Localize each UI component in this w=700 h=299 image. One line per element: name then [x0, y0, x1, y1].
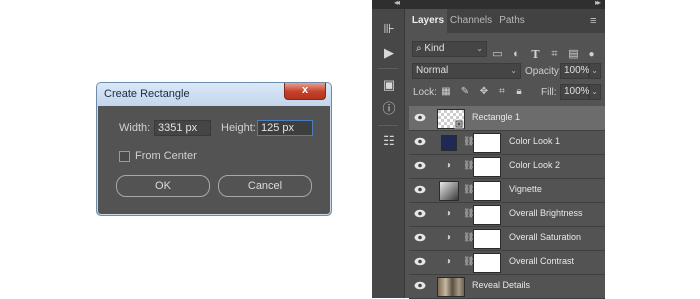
fill-field[interactable]: 100%: [560, 84, 590, 100]
layer-name: Overall Contrast: [509, 256, 575, 266]
visibility-eye-icon[interactable]: [414, 233, 426, 242]
opacity-dropdown[interactable]: ⌄: [589, 63, 601, 79]
visibility-eye-icon[interactable]: [414, 161, 426, 170]
layers-panel: Layers Channels Paths ≡ ⌕ Kind ⌄ ▭ ◐ T ⌗…: [409, 9, 605, 299]
adjustment-layer-icon[interactable]: ◑: [441, 231, 455, 245]
ok-button[interactable]: OK: [116, 175, 210, 197]
layer-mask-thumbnail[interactable]: [473, 133, 501, 153]
lock-transparent-icon[interactable]: ▦: [440, 86, 452, 98]
shape-layer-icon: [454, 119, 464, 129]
libraries-icon[interactable]: ▣: [381, 77, 397, 93]
layer-row[interactable]: ◑ ⛓ Overall Brightness: [409, 202, 605, 227]
layer-row[interactable]: ◑ ⛓ Overall Saturation: [409, 226, 605, 251]
history-icon[interactable]: ⊪: [381, 21, 397, 37]
shape-filter-icon[interactable]: ⌗: [548, 48, 561, 61]
chevron-down-icon: ⌄: [510, 66, 517, 75]
layer-mask-thumbnail[interactable]: [473, 181, 501, 201]
kind-filter-label: Kind: [424, 43, 445, 54]
dialog-title-bar[interactable]: Create Rectangle x: [97, 83, 331, 106]
fill-dropdown[interactable]: ⌄: [589, 84, 601, 100]
layer-mask-thumbnail[interactable]: [473, 157, 501, 177]
lock-all-icon[interactable]: 🔒︎: [513, 86, 525, 98]
adjustment-filter-icon[interactable]: ◐: [510, 48, 523, 61]
blend-mode-select[interactable]: Normal ⌄: [412, 63, 521, 79]
layer-mask-thumbnail[interactable]: [473, 229, 501, 249]
layer-row[interactable]: ⛓ Vignette: [409, 178, 605, 203]
fill-label: Fill:: [541, 87, 557, 98]
image-layer-thumbnail[interactable]: [437, 277, 465, 297]
layer-row[interactable]: ⛓ Color Look 1: [409, 130, 605, 155]
smart-object-filter-icon[interactable]: ▤: [567, 48, 580, 61]
kind-filter-select[interactable]: ⌕ Kind ⌄: [412, 41, 487, 57]
dialog-body: Width: 3351 px Height: 125 px From Cente…: [101, 106, 327, 211]
layer-name: Color Look 1: [509, 136, 561, 146]
visibility-eye-icon[interactable]: [414, 209, 426, 218]
info-icon[interactable]: ⓘ: [381, 101, 397, 117]
panel-tabs: Layers Channels Paths ≡: [409, 9, 605, 33]
dock-divider: [378, 125, 398, 126]
opacity-field[interactable]: 100%: [560, 63, 590, 79]
collapse-right-icon[interactable]: ▸▸: [595, 0, 601, 7]
lock-image-icon[interactable]: ✎: [459, 86, 471, 98]
artboard-lock-icon[interactable]: ⌗: [496, 86, 508, 98]
solid-color-thumbnail[interactable]: [441, 135, 457, 151]
layer-row[interactable]: Reveal Details: [409, 274, 605, 299]
visibility-eye-icon[interactable]: [414, 257, 426, 266]
width-label: Width:: [119, 122, 151, 134]
height-field[interactable]: 125 px: [257, 120, 313, 136]
image-filter-icon[interactable]: ▭: [491, 48, 504, 61]
tab-layers[interactable]: Layers: [409, 9, 447, 33]
layer-name: Overall Brightness: [509, 208, 583, 218]
layer-name: Reveal Details: [472, 280, 531, 290]
visibility-eye-icon[interactable]: [414, 113, 426, 122]
chevron-down-icon: ⌄: [591, 87, 598, 96]
lock-position-icon[interactable]: ✥: [478, 86, 490, 98]
panel-dock-strip: ⊪ ▶ ▣ ⓘ ☷: [372, 9, 405, 298]
from-center-checkbox[interactable]: [119, 151, 130, 162]
layer-name: Vignette: [509, 184, 542, 194]
dock-divider: [378, 68, 398, 69]
layer-row[interactable]: Rectangle 1: [409, 106, 605, 131]
layer-row[interactable]: ◑ ⛓ Color Look 2: [409, 154, 605, 179]
type-filter-icon[interactable]: T: [529, 48, 542, 61]
close-icon: x: [301, 84, 309, 96]
visibility-eye-icon[interactable]: [414, 137, 426, 146]
chevron-down-icon: ⌄: [476, 44, 483, 53]
chevron-down-icon: ⌄: [591, 66, 598, 75]
adjustment-layer-icon[interactable]: ◑: [441, 207, 455, 221]
opacity-label: Opacity:: [525, 66, 562, 77]
dialog-title: Create Rectangle: [104, 88, 190, 100]
filter-toggle-icon[interactable]: ●: [585, 48, 598, 61]
create-rectangle-dialog: Create Rectangle x Width: 3351 px Height…: [96, 82, 332, 216]
visibility-eye-icon[interactable]: [414, 185, 426, 194]
layers-panel-window: ◂◂ ▸▸ ⊪ ▶ ▣ ⓘ ☷ Layers Channels Paths ≡ …: [372, 0, 605, 299]
adjustment-layer-icon[interactable]: ◑: [441, 159, 455, 173]
close-button[interactable]: x: [284, 83, 326, 100]
panel-top-bar: ◂◂ ▸▸: [372, 0, 605, 9]
properties-icon[interactable]: ☷: [381, 133, 397, 149]
tab-channels[interactable]: Channels: [449, 9, 493, 33]
layer-row[interactable]: ◑ ⛓ Overall Contrast: [409, 250, 605, 275]
width-field[interactable]: 3351 px: [154, 120, 211, 136]
play-actions-icon[interactable]: ▶: [381, 45, 397, 61]
adjustment-layer-icon[interactable]: ◑: [441, 255, 455, 269]
collapse-left-icon[interactable]: ◂◂: [394, 0, 400, 7]
gradient-thumbnail[interactable]: [439, 181, 459, 201]
blend-mode-value: Normal: [416, 65, 449, 76]
layer-name: Color Look 2: [509, 160, 561, 170]
layer-mask-thumbnail[interactable]: [473, 205, 501, 225]
layer-mask-thumbnail[interactable]: [473, 253, 501, 273]
layer-name: Rectangle 1: [472, 112, 521, 122]
visibility-eye-icon[interactable]: [414, 281, 426, 290]
height-label: Height:: [221, 122, 256, 134]
from-center-label: From Center: [135, 150, 197, 162]
tab-paths[interactable]: Paths: [495, 9, 529, 33]
lock-label: Lock:: [413, 87, 437, 98]
cancel-button[interactable]: Cancel: [218, 175, 312, 197]
layer-name: Overall Saturation: [509, 232, 582, 242]
panel-menu-icon[interactable]: ≡: [590, 15, 600, 27]
